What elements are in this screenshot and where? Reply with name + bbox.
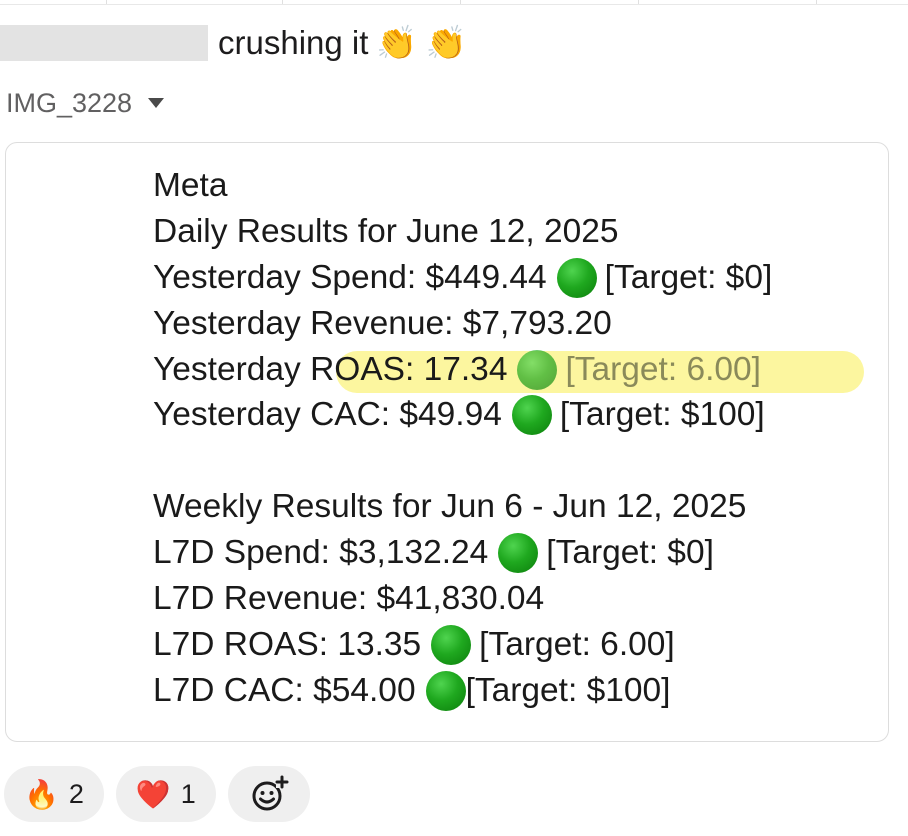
attachment-name[interactable]: IMG_3228: [6, 88, 132, 119]
metric-target: [Target: $100]: [465, 671, 671, 709]
green-circle-icon: [431, 624, 472, 665]
reaction-count: 1: [180, 778, 196, 809]
add-reaction-button[interactable]: [227, 766, 310, 822]
metric-target: [Target: $0]: [546, 534, 714, 572]
green-circle-icon: [517, 349, 558, 390]
metric-target: [Target: $0]: [604, 258, 773, 296]
weekly-spend-row: L7D Spend: $3,132.24 [Target: $0]: [153, 530, 772, 576]
reaction-count: 2: [68, 778, 84, 809]
green-circle-icon: [498, 533, 539, 574]
metric-label: L7D Spend: $3,132.24: [153, 534, 489, 572]
metric-label: Yesterday Spend: $449.44: [153, 258, 547, 296]
weekly-revenue-row: L7D Revenue: $41,830.04: [153, 576, 772, 622]
slack-message: crushing it 👏 👏 IMG_3228 Meta Daily Resu…: [0, 0, 908, 836]
report-title: Meta: [153, 167, 228, 204]
metric-target: [Target: 6.00]: [565, 350, 761, 388]
redacted-name: [0, 25, 208, 61]
heart-icon: ❤️: [135, 778, 171, 810]
weekly-heading: Weekly Results for Jun 6 - Jun 12, 2025: [153, 488, 747, 526]
metric-target: [Target: 6.00]: [479, 625, 675, 663]
metric-label: L7D Revenue: $41,830.04: [153, 580, 545, 618]
clapping-hands-icon: 👏: [376, 24, 418, 61]
green-circle-icon: [556, 257, 597, 298]
metric-label: L7D CAC: $54.00: [153, 671, 416, 709]
clapping-hands-icon: 👏: [425, 24, 467, 61]
weekly-roas-row: L7D ROAS: 13.35 [Target: 6.00]: [153, 622, 772, 668]
daily-roas-row: Yesterday ROAS: 17.34 [Target: 6.00]: [153, 347, 864, 393]
daily-heading: Daily Results for June 12, 2025: [153, 212, 619, 250]
daily-spend-row: Yesterday Spend: $449.44 [Target: $0]: [153, 255, 772, 301]
metric-label: Yesterday ROAS: 17.34: [153, 350, 508, 388]
metric-label: L7D ROAS: 13.35: [153, 625, 422, 663]
add-reaction-icon: [252, 775, 289, 811]
green-circle-icon: [511, 395, 552, 436]
report-text: Meta Daily Results for June 12, 2025 Yes…: [153, 163, 864, 714]
message-text: crushing it 👏 👏: [0, 18, 467, 68]
image-attachment[interactable]: Meta Daily Results for June 12, 2025 Yes…: [5, 142, 889, 742]
metric-target: [Target: $100]: [559, 396, 765, 434]
message-body: crushing it: [218, 24, 369, 61]
weekly-cac-row: L7D CAC: $54.00 [Target: $100]: [153, 668, 772, 714]
reaction-heart[interactable]: ❤️ 1: [115, 766, 216, 822]
reactions-bar: 🔥 2 ❤️ 1: [4, 766, 310, 824]
daily-revenue-row: Yesterday Revenue: $7,793.20: [153, 301, 772, 347]
metric-label: Yesterday Revenue: $7,793.20: [153, 304, 612, 342]
message-divider: [0, 0, 908, 5]
daily-cac-row: Yesterday CAC: $49.94 [Target: $100]: [153, 392, 772, 438]
green-circle-icon: [425, 670, 466, 711]
caret-down-icon[interactable]: [148, 98, 165, 108]
attachment-header[interactable]: IMG_3228: [6, 86, 165, 120]
metric-label: Yesterday CAC: $49.94: [153, 396, 502, 434]
fire-icon: 🔥: [24, 778, 59, 810]
reaction-fire[interactable]: 🔥 2: [4, 766, 104, 822]
